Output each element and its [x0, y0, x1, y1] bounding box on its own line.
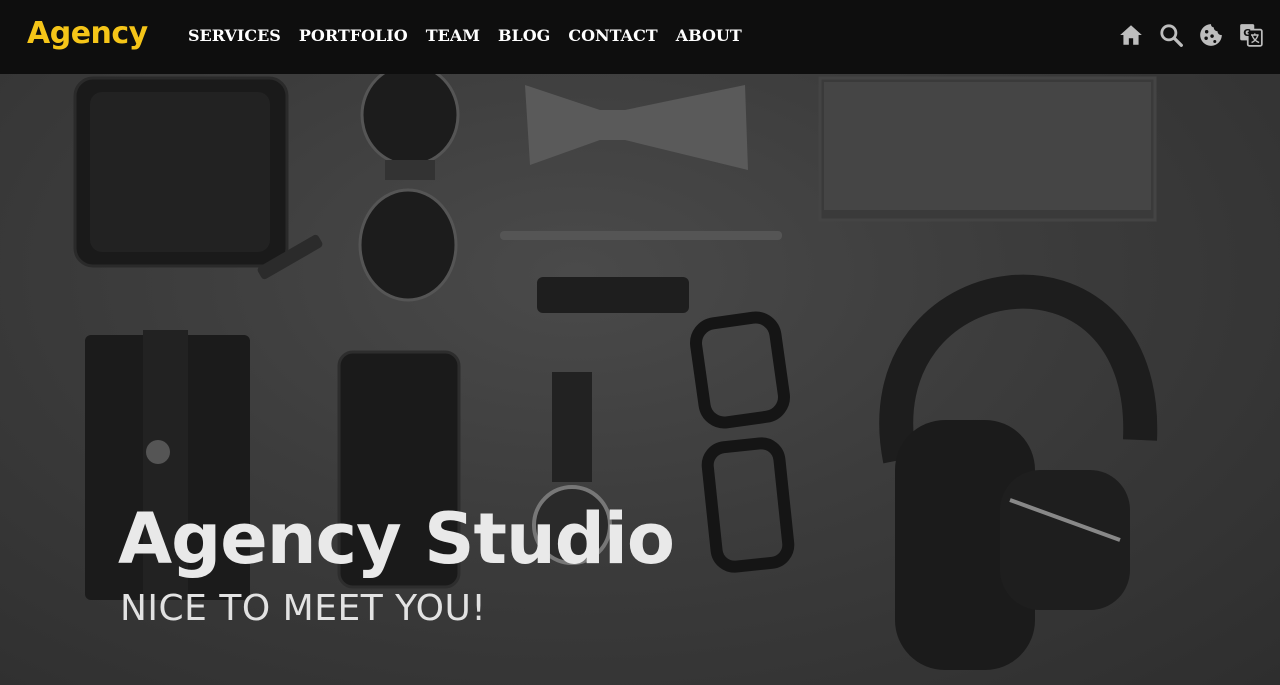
search-icon[interactable] [1158, 22, 1184, 48]
nav-link-services[interactable]: SERVICES [188, 26, 281, 45]
svg-text:G: G [1243, 28, 1251, 39]
hero-subtitle: NICE TO MEET YOU! [120, 588, 487, 629]
nav-link-portfolio[interactable]: PORTFOLIO [299, 26, 408, 45]
home-icon[interactable] [1118, 22, 1144, 48]
nav-link-contact[interactable]: CONTACT [568, 26, 657, 45]
top-navbar: Agency SERVICES PORTFOLIO TEAM BLOG CONT… [0, 0, 1280, 74]
nav-link-team[interactable]: TEAM [426, 26, 480, 45]
hero-title: Agency Studio [118, 498, 675, 580]
brand-logo[interactable]: Agency [27, 16, 148, 51]
nav-link-about[interactable]: ABOUT [676, 26, 742, 45]
nav-icon-group: G [1118, 22, 1264, 48]
nav-link-blog[interactable]: BLOG [498, 26, 550, 45]
cookie-icon[interactable] [1198, 22, 1224, 48]
hero-section: Agency Studio NICE TO MEET YOU! [0, 0, 1280, 685]
nav-menu: SERVICES PORTFOLIO TEAM BLOG CONTACT ABO… [188, 26, 760, 45]
translate-icon[interactable]: G [1238, 22, 1264, 48]
hero-background-image [73, 63, 1158, 670]
